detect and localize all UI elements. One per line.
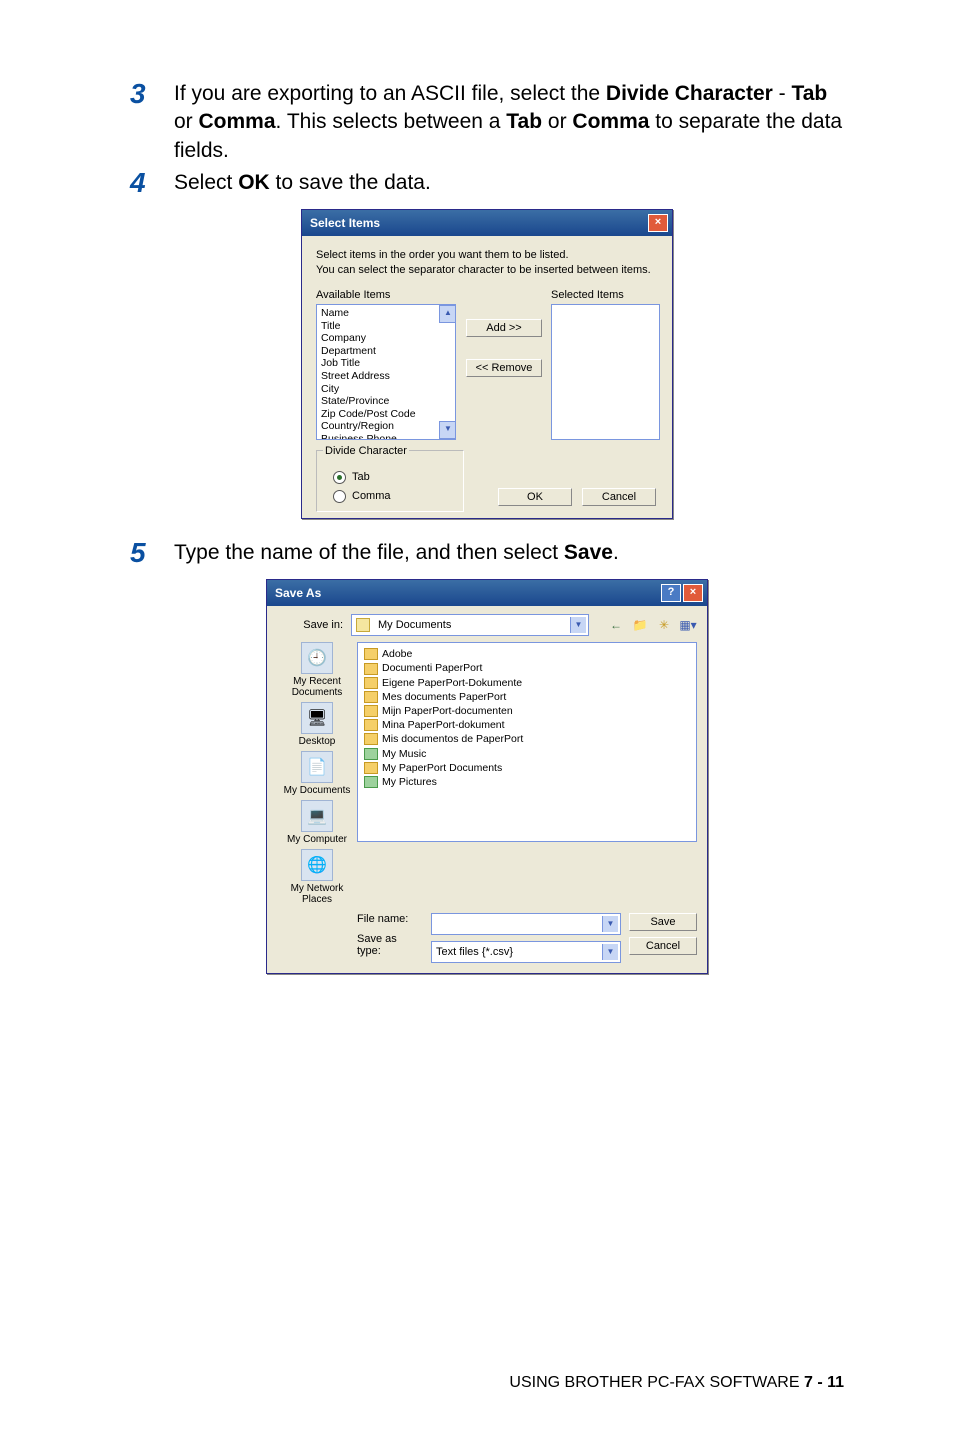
place-recent[interactable]: 🕘My Recent Documents [277,642,357,698]
page-footer: USING BROTHER PC-FAX SOFTWARE 7 - 11 [0,1354,954,1432]
folder-icon [364,762,378,774]
list-item[interactable]: Name [321,307,455,320]
places-bar: 🕘My Recent Documents 🖥Desktop 📄My Docume… [277,642,357,905]
radio-comma[interactable]: Comma [333,490,455,503]
chevron-down-icon[interactable]: ▼ [602,944,618,960]
chevron-down-icon[interactable]: ▼ [602,916,618,932]
chevron-down-icon[interactable]: ▼ [570,617,586,633]
step-5: 5 Type the name of the file, and then se… [130,539,844,567]
folder-icon [364,748,378,760]
select-items-dialog: Select Items × Select items in the order… [301,209,673,519]
list-item[interactable]: Mis documentos de PaperPort [364,732,690,746]
scroll-up-icon[interactable]: ▲ [439,305,456,323]
step-text: Select OK to save the data. [174,169,431,197]
file-list[interactable]: Adobe Documenti PaperPort Eigene PaperPo… [357,642,697,842]
save-in-combo[interactable]: My Documents ▼ [351,614,589,636]
folder-icon [364,776,378,788]
list-item[interactable]: Company [321,332,455,345]
place-mycomputer[interactable]: 💻My Computer [287,800,347,845]
back-icon[interactable]: ← [607,616,625,634]
folder-icon [356,618,370,632]
folder-icon [364,719,378,731]
savetype-combo[interactable]: Text files {*.csv} ▼ [431,941,621,963]
folder-icon [364,733,378,745]
filename-label: File name: [357,913,423,925]
new-folder-icon[interactable]: ✳ [655,616,673,634]
dialog-instructions: Select items in the order you want them … [316,248,660,277]
list-item[interactable]: My Music [364,747,690,761]
step-number: 5 [130,539,174,567]
scroll-down-icon[interactable]: ▼ [439,421,456,439]
save-in-label: Save in: [277,619,343,631]
radio-tab[interactable]: Tab [333,471,455,484]
divide-character-group: Divide Character Tab Comma [316,450,464,512]
add-button[interactable]: Add >> [466,319,542,337]
available-items-list[interactable]: Name Title Company Department Job Title … [316,304,456,440]
cancel-button[interactable]: Cancel [629,937,697,955]
step-3: 3 If you are exporting to an ASCII file,… [130,80,844,165]
dialog-titlebar: Save As ? × [267,580,707,606]
list-item[interactable]: Street Address [321,370,455,383]
list-item[interactable]: Title [321,320,455,333]
list-item[interactable]: My PaperPort Documents [364,761,690,775]
save-as-dialog: Save As ? × Save in: My Documents ▼ ← 📁 … [266,579,708,974]
list-item[interactable]: Mijn PaperPort-documenten [364,704,690,718]
list-item[interactable]: Documenti PaperPort [364,661,690,675]
available-items-label: Available Items [316,289,456,301]
list-item[interactable]: State/Province [321,395,455,408]
list-item[interactable]: Job Title [321,357,455,370]
selected-items-label: Selected Items [551,289,660,301]
place-desktop[interactable]: 🖥Desktop [299,702,336,747]
list-item[interactable]: Mina PaperPort-dokument [364,718,690,732]
list-item[interactable]: Business Phone [321,433,455,440]
list-item[interactable]: Eigene PaperPort-Dokumente [364,676,690,690]
list-item[interactable]: Zip Code/Post Code [321,408,455,421]
network-icon: 🌐 [301,849,333,881]
folder-icon [364,705,378,717]
list-item[interactable]: Adobe [364,647,690,661]
folder-icon [364,677,378,689]
dialog-titlebar: Select Items × [302,210,672,236]
close-icon[interactable]: × [683,584,703,602]
folder-icon [364,691,378,703]
list-item[interactable]: My Pictures [364,775,690,789]
remove-button[interactable]: << Remove [466,359,542,377]
close-icon[interactable]: × [648,214,668,232]
place-mydocuments[interactable]: 📄My Documents [284,751,351,796]
dialog-title: Save As [275,586,321,600]
cancel-button[interactable]: Cancel [582,488,656,506]
step-number: 3 [130,80,174,165]
documents-icon: 📄 [301,751,333,783]
help-icon[interactable]: ? [661,584,681,602]
recent-icon: 🕘 [301,642,333,674]
filename-input[interactable]: ▼ [431,913,621,935]
folder-icon [364,663,378,675]
list-item[interactable]: Mes documents PaperPort [364,690,690,704]
list-item[interactable]: City [321,383,455,396]
step-number: 4 [130,169,174,197]
savetype-label: Save as type: [357,933,423,957]
dialog-title: Select Items [310,216,380,230]
step-text: Type the name of the file, and then sele… [174,539,619,567]
step-4: 4 Select OK to save the data. [130,169,844,197]
views-icon[interactable]: ▦▾ [679,616,697,634]
step-text: If you are exporting to an ASCII file, s… [174,80,844,165]
list-item[interactable]: Department [321,345,455,358]
radio-icon [333,490,346,503]
computer-icon: 💻 [301,800,333,832]
radio-icon [333,471,346,484]
place-mynetwork[interactable]: 🌐My Network Places [277,849,357,905]
up-folder-icon[interactable]: 📁 [631,616,649,634]
save-button[interactable]: Save [629,913,697,931]
ok-button[interactable]: OK [498,488,572,506]
desktop-icon: 🖥 [301,702,333,734]
folder-icon [364,648,378,660]
list-item[interactable]: Country/Region [321,420,455,433]
selected-items-list[interactable] [551,304,660,440]
